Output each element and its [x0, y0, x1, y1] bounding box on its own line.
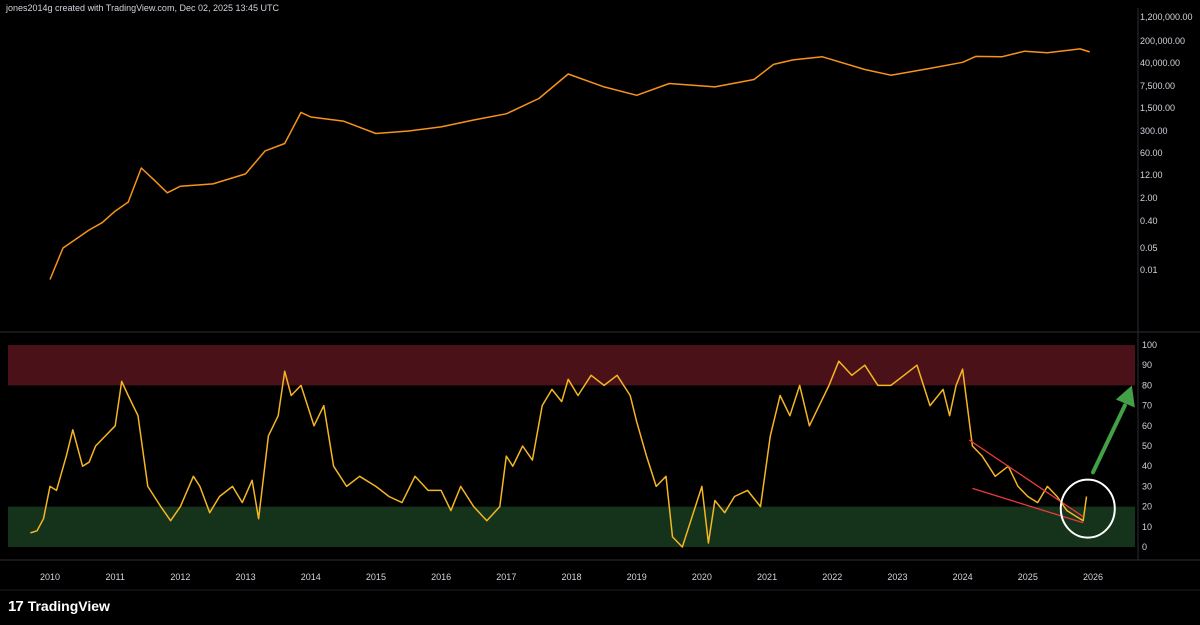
tradingview-logo[interactable]: 17 TradingView	[8, 597, 110, 615]
rsi-axis-tick-label: 70	[1142, 401, 1152, 411]
time-axis-tick-label: 2014	[301, 572, 321, 582]
time-axis-tick-label: 2015	[366, 572, 386, 582]
time-axis-tick-label: 2024	[953, 572, 973, 582]
time-axis-tick-label: 2026	[1083, 572, 1103, 582]
price-axis-tick-label: 2.00	[1140, 193, 1158, 203]
rsi-axis-tick-label: 60	[1142, 421, 1152, 431]
time-axis-tick-label: 2018	[561, 572, 581, 582]
time-axis-tick-label: 2023	[887, 572, 907, 582]
price-axis-tick-label: 200,000.00	[1140, 36, 1185, 46]
price-axis-tick-label: 0.05	[1140, 243, 1158, 253]
time-axis-tick-label: 2019	[627, 572, 647, 582]
price-axis-tick-label: 0.40	[1140, 216, 1158, 226]
time-axis-tick-label: 2021	[757, 572, 777, 582]
price-axis-tick-label: 300.00	[1140, 126, 1168, 136]
rsi-axis-tick-label: 40	[1142, 461, 1152, 471]
price-axis-tick-label: 1,500.00	[1140, 103, 1175, 113]
time-axis-tick-label: 2017	[496, 572, 516, 582]
rsi-pane: 1009080706050403020100	[8, 340, 1157, 552]
rsi-axis-tick-label: 10	[1142, 522, 1152, 532]
time-axis-tick-label: 2025	[1018, 572, 1038, 582]
time-axis-tick-label: 2013	[236, 572, 256, 582]
rsi-axis-tick-label: 0	[1142, 542, 1147, 552]
rsi-axis-tick-label: 100	[1142, 340, 1157, 350]
price-series-line	[49, 48, 1090, 280]
overbought-band	[8, 345, 1135, 386]
price-pane: 1,200,000.00 200,000.00 40,000.00 7,500.00 1…	[49, 12, 1193, 280]
up-arrow-shaft	[1091, 403, 1127, 475]
time-axis-tick-label: 2011	[106, 572, 125, 582]
price-axis-tick-label: 1,200,000.00	[1140, 12, 1193, 22]
rsi-axis-tick-label: 80	[1142, 380, 1152, 390]
rsi-axis-tick-label: 90	[1142, 360, 1152, 370]
price-axis-tick-label: 40,000.00	[1140, 58, 1180, 68]
time-axis-tick-label: 2022	[822, 572, 842, 582]
price-axis-tick-label: 12.00	[1140, 170, 1163, 180]
tradingview-logo-icon: 17	[8, 597, 24, 615]
rsi-axis-tick-label: 30	[1142, 481, 1152, 491]
rsi-axis-tick-label: 20	[1142, 502, 1152, 512]
chart-canvas[interactable]: 1,200,000.00 200,000.00 40,000.00 7,500.00 1…	[0, 0, 1200, 625]
time-axis-tick-label: 2020	[692, 572, 712, 582]
price-axis-tick-label: 7,500.00	[1140, 81, 1175, 91]
time-axis-tick-label: 2016	[431, 572, 451, 582]
rsi-axis-tick-label: 50	[1142, 441, 1152, 451]
x-axis: 2010 2011 2012 2013 2014 2015 2016 2017 2018 2019…	[40, 572, 1103, 582]
price-axis-tick-label: 60.00	[1140, 148, 1163, 158]
tradingview-logo-text: TradingView	[27, 598, 110, 614]
time-axis-tick-label: 2010	[40, 572, 60, 582]
time-axis-tick-label: 2012	[170, 572, 190, 582]
price-axis-tick-label: 0.01	[1140, 265, 1158, 275]
